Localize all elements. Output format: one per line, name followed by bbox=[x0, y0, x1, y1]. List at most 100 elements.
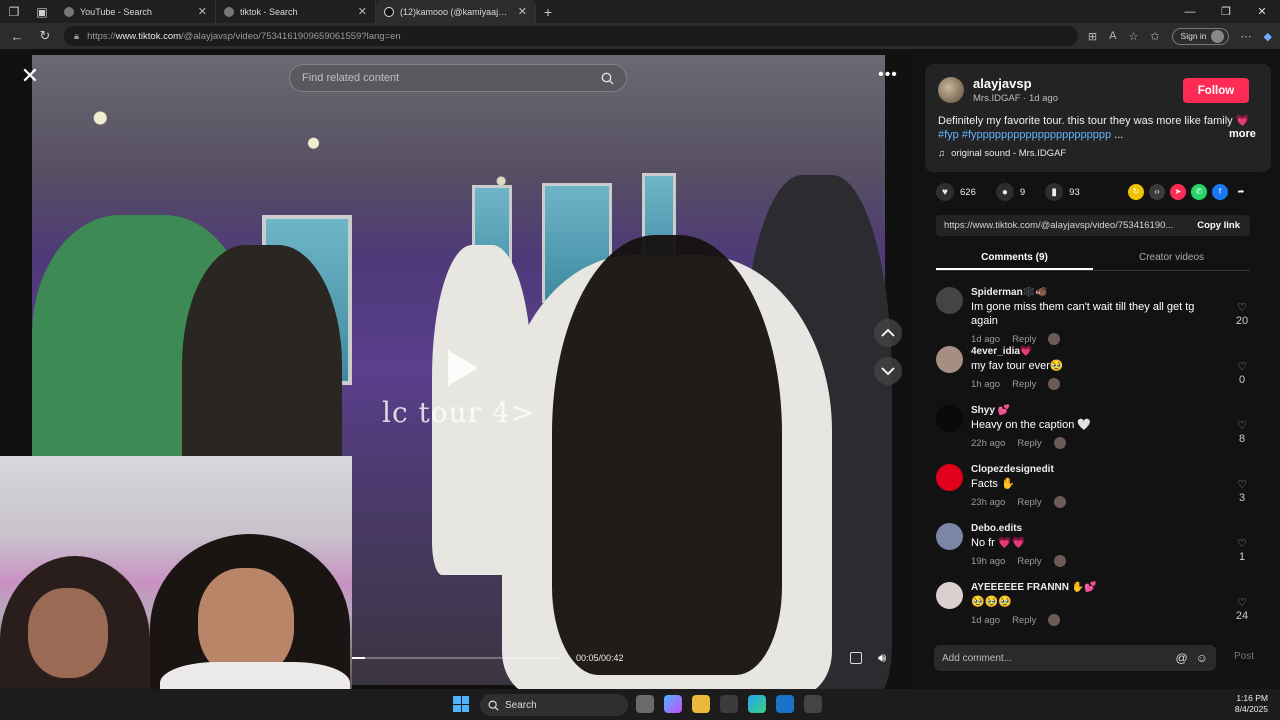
next-video-button[interactable] bbox=[874, 357, 902, 385]
video-progress-bar[interactable] bbox=[352, 657, 562, 659]
comment-like[interactable]: ♡ 0 bbox=[1232, 360, 1252, 386]
chevron-down-icon bbox=[881, 367, 895, 376]
commenter-avatar[interactable] bbox=[936, 464, 963, 491]
author-name[interactable]: alayjavsp bbox=[973, 76, 1032, 91]
workspaces-icon[interactable]: ❐ bbox=[0, 0, 28, 23]
sign-in-button[interactable]: Sign in bbox=[1171, 27, 1229, 45]
restore-icon[interactable]: ❐ bbox=[1208, 0, 1244, 23]
read-aloud-icon[interactable]: A bbox=[1109, 30, 1116, 42]
reply-button[interactable]: Reply bbox=[1017, 556, 1041, 567]
commenter-avatar[interactable] bbox=[936, 346, 963, 373]
task-view-icon[interactable] bbox=[636, 695, 654, 713]
back-icon[interactable]: ← bbox=[8, 29, 26, 44]
commenter-avatar[interactable] bbox=[936, 523, 963, 550]
copy-link-button[interactable]: Copy link bbox=[1187, 220, 1250, 231]
comment-like-count: 3 bbox=[1238, 492, 1246, 504]
search-icon bbox=[488, 700, 499, 711]
browser-tab-youtube[interactable]: YouTube - Search ✕ bbox=[56, 0, 216, 23]
commenter-avatar[interactable] bbox=[936, 582, 963, 609]
comment-username[interactable]: AYEEEEEE FRANNN ✋💕 bbox=[971, 582, 1097, 593]
copilot-app-icon[interactable] bbox=[664, 695, 682, 713]
address-bar[interactable]: 🔒︎ https://www.tiktok.com/@alayjavsp/vid… bbox=[64, 26, 1078, 46]
comment-username[interactable]: Shyy 💕 bbox=[971, 405, 1010, 416]
app-icon[interactable] bbox=[804, 695, 822, 713]
browser-tab-tiktok-video[interactable]: (12)kamooo (@kamiyaajoness) | T ✕ bbox=[376, 0, 536, 23]
like-icon[interactable]: ♥ bbox=[936, 183, 954, 201]
windows-start-icon[interactable] bbox=[453, 696, 469, 712]
tab-actions-icon[interactable]: ▣ bbox=[28, 0, 56, 23]
copilot-icon[interactable]: ◆ bbox=[1264, 30, 1272, 43]
reply-button[interactable]: Reply bbox=[1012, 334, 1036, 345]
refresh-icon[interactable]: ↻ bbox=[36, 28, 54, 44]
previous-video-button[interactable] bbox=[874, 319, 902, 347]
follow-button[interactable]: Follow bbox=[1183, 78, 1249, 103]
comment-icon[interactable]: ● bbox=[995, 183, 1014, 201]
play-icon[interactable] bbox=[442, 346, 482, 390]
tab-comments[interactable]: Comments (9) bbox=[936, 249, 1093, 270]
close-window-icon[interactable]: ✕ bbox=[1244, 0, 1280, 23]
minimize-icon[interactable]: — bbox=[1172, 0, 1208, 23]
comment-like[interactable]: ♡ 3 bbox=[1232, 478, 1252, 504]
favorite-star-icon[interactable]: ☆ bbox=[1128, 30, 1138, 43]
comment-username[interactable]: Clopezdesignedit bbox=[971, 464, 1054, 475]
heart-outline-icon: ♡ bbox=[1237, 302, 1247, 314]
whatsapp-icon[interactable]: ✆ bbox=[1191, 184, 1207, 200]
bookmark-icon[interactable]: ▮ bbox=[1045, 183, 1064, 201]
comment-username[interactable]: Spiderman🕸️🐗 bbox=[971, 287, 1048, 298]
emoji-icon[interactable]: ☺ bbox=[1196, 651, 1208, 665]
file-explorer-icon[interactable] bbox=[692, 695, 710, 713]
commenter-avatar[interactable] bbox=[936, 405, 963, 432]
extensions-icon[interactable]: ⋯ bbox=[1241, 30, 1252, 43]
taskbar-search[interactable]: Search bbox=[480, 694, 628, 716]
mention-icon[interactable]: @ bbox=[1176, 651, 1188, 665]
author-avatar[interactable] bbox=[938, 77, 964, 103]
comment-like[interactable]: ♡ 24 bbox=[1232, 596, 1252, 622]
reply-button[interactable]: Reply bbox=[1017, 438, 1041, 449]
comment-text: my fav tour ever🥹 bbox=[971, 360, 1064, 372]
close-tab-icon[interactable]: ✕ bbox=[358, 5, 367, 18]
comment-like[interactable]: ♡ 20 bbox=[1232, 301, 1252, 327]
engagement-actions: ♥ 626 ● 9 ▮ 93 bbox=[936, 183, 1094, 201]
share-arrow-icon[interactable]: ➦ bbox=[1233, 184, 1249, 200]
comments-list[interactable]: Spiderman🕸️🐗 Im gone miss them can't wait… bbox=[936, 287, 1256, 630]
post-comment-button[interactable]: Post bbox=[1234, 651, 1254, 662]
facebook-icon[interactable]: f bbox=[1212, 184, 1228, 200]
browser-tab-tiktok-search[interactable]: tiktok - Search ✕ bbox=[216, 0, 376, 23]
caption-hashtags[interactable]: #fyp #fypppppppppppppppppppppp bbox=[938, 129, 1111, 141]
repost-icon[interactable]: ↻ bbox=[1128, 184, 1144, 200]
more-options-icon[interactable]: ••• bbox=[877, 66, 899, 86]
picture-in-picture-icon[interactable] bbox=[850, 652, 862, 664]
share-options: ↻ ‹› ➤ ✆ f ➦ bbox=[1128, 184, 1249, 200]
new-tab-button[interactable]: + bbox=[536, 4, 560, 20]
comment-username[interactable]: 4ever_idia💗 bbox=[971, 346, 1032, 357]
store-icon[interactable] bbox=[720, 695, 738, 713]
comment-count: 9 bbox=[1019, 186, 1026, 198]
comment-time: 1d ago bbox=[971, 614, 1001, 626]
embed-icon[interactable]: ‹› bbox=[1149, 184, 1165, 200]
related-search-bar[interactable] bbox=[289, 64, 627, 92]
commenter-avatar[interactable] bbox=[936, 287, 963, 314]
send-to-friends-icon[interactable]: ➤ bbox=[1170, 184, 1186, 200]
edge-icon[interactable] bbox=[748, 695, 766, 713]
caption-more-link[interactable]: more bbox=[1229, 128, 1256, 140]
close-video-button[interactable]: ✕ bbox=[18, 65, 42, 89]
close-tab-icon[interactable]: ✕ bbox=[518, 5, 527, 18]
comment-input[interactable] bbox=[942, 652, 1168, 664]
taskbar-apps bbox=[636, 695, 822, 713]
reply-button[interactable]: Reply bbox=[1012, 615, 1036, 626]
close-tab-icon[interactable]: ✕ bbox=[198, 5, 207, 18]
system-clock[interactable]: 1:16 PM 8/4/2025 bbox=[1235, 693, 1268, 715]
app-install-icon[interactable]: ⊞ bbox=[1088, 30, 1097, 43]
reply-button[interactable]: Reply bbox=[1012, 379, 1036, 390]
outlook-icon[interactable] bbox=[776, 695, 794, 713]
favorites-icon[interactable]: ✩ bbox=[1150, 30, 1159, 43]
volume-icon[interactable]: 🔊︎ bbox=[878, 650, 886, 666]
related-search-input[interactable] bbox=[302, 72, 601, 84]
comment-like[interactable]: ♡ 8 bbox=[1232, 419, 1252, 445]
comment-like[interactable]: ♡ 1 bbox=[1232, 537, 1252, 563]
comment-username[interactable]: Debo.edits bbox=[971, 523, 1022, 534]
search-icon[interactable] bbox=[601, 72, 614, 85]
reply-button[interactable]: Reply bbox=[1017, 497, 1041, 508]
sound-link[interactable]: ♫ original sound - Mrs.IDGAF bbox=[938, 148, 1066, 159]
tab-creator-videos[interactable]: Creator videos bbox=[1093, 249, 1250, 270]
